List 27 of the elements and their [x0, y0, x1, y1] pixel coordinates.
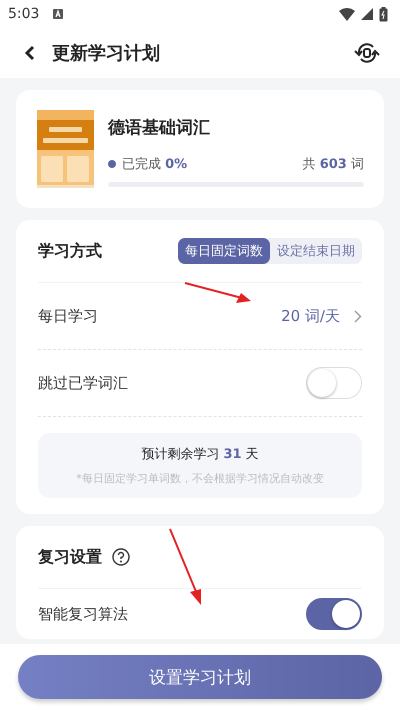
back-icon[interactable]: [24, 45, 36, 61]
set-plan-button[interactable]: 设置学习计划: [18, 655, 382, 699]
completed-text: 已完成 0%: [122, 156, 188, 173]
reset-icon[interactable]: [354, 42, 380, 64]
toggle-switch[interactable]: [306, 598, 362, 630]
battery-icon: [379, 6, 388, 22]
annotation-arrow: [184, 282, 252, 304]
help-icon[interactable]: [112, 548, 130, 566]
notification-icon: [53, 9, 64, 19]
setting-label: 跳过已学词汇: [38, 374, 128, 392]
page-title: 更新学习计划: [52, 42, 160, 65]
mode-tab[interactable]: 设定结束日期: [270, 238, 362, 264]
signal-icon: [361, 8, 373, 20]
section-title: 学习方式: [38, 240, 102, 262]
mode-tab[interactable]: 每日固定词数: [178, 238, 270, 264]
book-title: 德语基础词汇: [108, 117, 211, 139]
estimate-text: 预计剩余学习 31 天: [141, 446, 259, 463]
setting-label: 每日学习: [38, 306, 98, 326]
status-dot-icon: [108, 160, 116, 168]
status-time: 5:03: [8, 6, 40, 22]
daily-words-value[interactable]: 20 词/天: [281, 306, 340, 326]
wifi-icon: [339, 8, 355, 20]
setting-label: 智能复习算法: [38, 604, 128, 624]
section-title: 复习设置: [38, 546, 102, 568]
chevron-right-icon[interactable]: [354, 310, 362, 322]
estimate-note: *每日固定学习单词数，不会根据学习情况自动改变: [76, 471, 324, 486]
total-words: 共 603 词: [302, 156, 364, 173]
